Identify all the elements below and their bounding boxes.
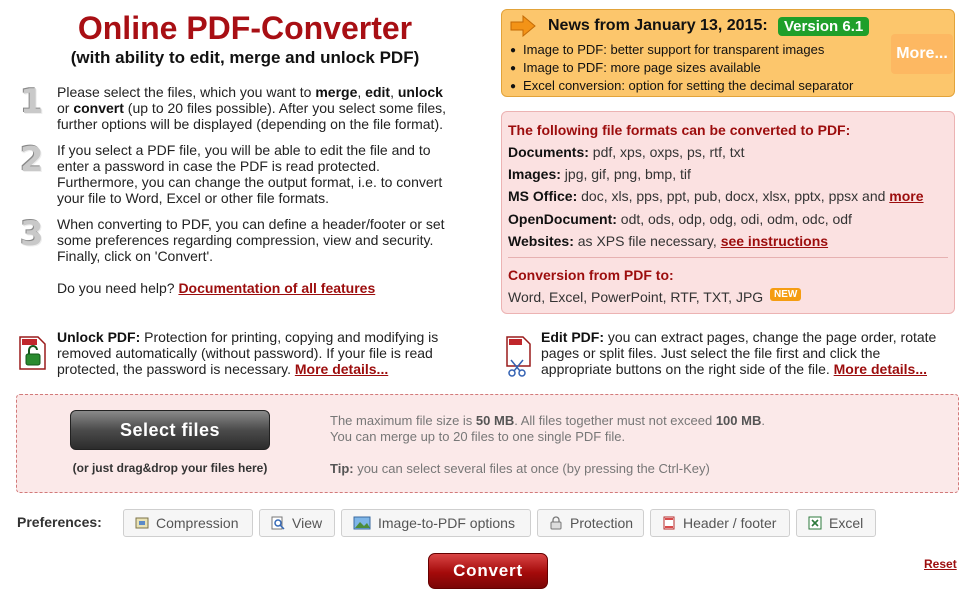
step-3-text: When converting to PDF, you can define a… [57, 216, 445, 264]
step-number-1-icon: 1 [20, 82, 44, 122]
reset-link[interactable]: Reset [924, 557, 957, 571]
step-number-2-icon: 2 [20, 140, 44, 180]
news-item: Image to PDF: more page sizes available [510, 60, 853, 78]
step-1-text: Please select the files, which you want … [57, 84, 447, 132]
documentation-link[interactable]: Documentation of all features [178, 280, 375, 296]
step-3: 3 When converting to PDF, you can define… [20, 216, 460, 264]
preferences-label: Preferences: [17, 514, 102, 530]
msoffice-more-link[interactable]: more [889, 188, 923, 204]
news-item: Excel conversion: option for setting the… [510, 78, 853, 96]
unlock-pdf-text: Unlock PDF: Protection for printing, cop… [57, 329, 439, 377]
formats-msoffice: MS Office: doc, xls, pps, ppt, pub, docx… [508, 188, 924, 204]
compression-icon [135, 517, 149, 529]
lock-icon [550, 516, 562, 530]
news-box: News from January 13, 2015: Version 6.1 … [501, 9, 955, 97]
pref-excel-button[interactable]: Excel [796, 509, 876, 537]
formats-opendocument: OpenDocument: odt, ods, odp, odg, odi, o… [508, 211, 852, 227]
news-title: News from January 13, 2015: [548, 17, 768, 34]
news-list: Image to PDF: better support for transpa… [510, 42, 853, 96]
step-2-text: If you select a PDF file, you will be ab… [57, 142, 443, 206]
version-badge: Version 6.1 [778, 17, 870, 36]
excel-icon [808, 516, 822, 530]
new-badge: NEW [770, 288, 802, 301]
select-files-button[interactable]: Select files [70, 410, 270, 450]
header-footer-icon [663, 516, 675, 530]
formats-heading: The following file formats can be conver… [508, 122, 851, 138]
pref-image-to-pdf-button[interactable]: Image-to-PDF options [341, 509, 531, 537]
page-subtitle: (with ability to edit, merge and unlock … [70, 48, 420, 67]
divider [508, 257, 948, 258]
tip-text: Tip: you can select several files at onc… [330, 461, 710, 476]
formats-documents: Documents: pdf, xps, oxps, ps, rtf, txt [508, 144, 745, 160]
file-dropzone[interactable]: Select files (or just drag&drop your fil… [16, 394, 959, 493]
formats-images: Images: jpg, gif, png, bmp, tif [508, 166, 691, 182]
formats-box: The following file formats can be conver… [501, 111, 955, 314]
view-icon [271, 516, 285, 530]
dragdrop-hint: (or just drag&drop your files here) [72, 461, 268, 475]
step-2: 2 If you select a PDF file, you will be … [20, 142, 460, 206]
conversion-heading: Conversion from PDF to: [508, 267, 674, 283]
conversion-list: Word, Excel, PowerPoint, RTF, TXT, JPG [508, 289, 764, 305]
convert-button[interactable]: Convert [428, 553, 548, 589]
edit-more-details-link[interactable]: More details... [834, 361, 927, 377]
edit-pdf-text: Edit PDF: you can extract pages, change … [541, 329, 937, 377]
pref-header-footer-button[interactable]: Header / footer [650, 509, 790, 537]
formats-websites: Websites: as XPS file necessary, see ins… [508, 233, 829, 249]
help-line: Do you need help? Documentation of all f… [57, 280, 376, 296]
file-limits: The maximum file size is 50 MB. All file… [330, 413, 765, 444]
unlock-more-details-link[interactable]: More details... [295, 361, 388, 377]
pref-view-button[interactable]: View [259, 509, 335, 537]
arrow-right-icon [510, 15, 536, 37]
news-item: Image to PDF: better support for transpa… [510, 42, 853, 60]
step-1: 1 Please select the files, which you wan… [20, 84, 460, 132]
edit-pdf-icon [506, 336, 531, 377]
image-icon [353, 516, 371, 530]
news-more-button[interactable]: More... [891, 34, 953, 74]
pref-protection-button[interactable]: Protection [537, 509, 644, 537]
page-title: Online PDF-Converter [77, 10, 413, 46]
unlock-pdf-icon [19, 336, 46, 370]
pref-compression-button[interactable]: Compression [123, 509, 253, 537]
step-number-3-icon: 3 [20, 214, 44, 254]
see-instructions-link[interactable]: see instructions [721, 233, 828, 249]
